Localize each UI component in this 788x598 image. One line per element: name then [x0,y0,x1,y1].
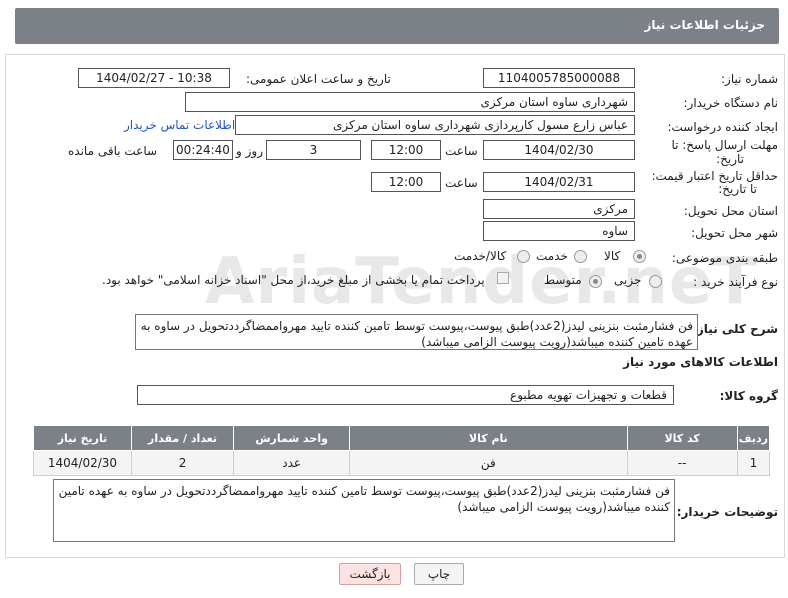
goods-info-heading: اطلاعات کالاهای مورد نیاز [623,355,778,369]
goods-table: ردیف کد کالا نام کالا واحد شمارش تعداد /… [33,425,771,476]
quantity-cell: 2 [130,450,235,476]
category-both-label: کالا/خدمت [454,249,507,263]
deadline-date-field: 1404/02/30 [483,140,635,160]
page-header: جزئیات اطلاعات نیاز [15,8,779,44]
buyer-contact-link[interactable]: اطلاعات تماس خریدار [124,118,235,132]
col-unit-header: واحد شمارش [233,425,351,451]
goods-name-cell: فن [349,450,628,476]
remaining-time-label: ساعت باقی مانده [68,144,158,158]
city-field: ساوه [483,221,635,241]
category-service-label: خدمت [536,249,568,263]
category-goods-radio[interactable] [633,250,646,263]
process-partial-radio[interactable] [649,275,662,288]
need-number-label: شماره نیاز: [721,72,778,86]
row-number-cell: 1 [736,450,771,476]
announce-field: 1404/02/27 - 10:38 [78,68,230,88]
table-row: 1 -- فن عدد 2 1404/02/30 [33,450,771,476]
requester-field: عباس زارع مسول کارپردازی شهرداری ساوه اس… [235,115,635,135]
col-date-header: تاریخ نیاز [33,425,132,451]
process-label: نوع فرآیند خرید : [693,275,778,289]
announce-label: تاریخ و ساعت اعلان عمومی: [246,72,391,86]
summary-textarea[interactable]: فن فشارمثبت بنزینی لیدز(2عدد)طبق پیوست،پ… [135,314,698,350]
validity-label: حداقل تاریخ اعتبار قیمت: [651,169,778,183]
col-qty-header: تعداد / مقدار [130,425,235,451]
summary-label: شرح کلی نیاز: [692,322,778,336]
unit-cell: عدد [233,450,351,476]
col-code-header: کد کالا [626,425,738,451]
province-field: مرکزی [483,199,635,219]
category-both-radio[interactable] [517,250,530,263]
buyer-notes-textarea[interactable]: فن فشارمثبت بنزینی لیدز(2عدد)طبق پیوست،پ… [53,479,675,542]
validity-date-field: 1404/02/31 [483,172,635,192]
goods-group-field: قطعات و تجهیزات تهویه مطبوع [137,385,674,405]
deadline-time-field: 12:00 [371,140,441,160]
process-partial-label: جزیی [614,273,642,287]
col-name-header: نام کالا [349,425,628,451]
need-number-field: 1104005785000088 [483,68,635,88]
treasury-payment-checkbox[interactable] [497,272,509,284]
treasury-payment-note: پرداخت تمام یا بخشی از مبلغ خرید،از محل … [102,273,485,287]
process-medium-label: متوسط [544,273,582,287]
print-button[interactable]: چاپ [414,563,464,585]
deadline-time-label: ساعت [445,144,478,158]
category-service-radio[interactable] [574,250,587,263]
days-label: روز و [236,144,263,158]
page-title: جزئیات اطلاعات نیاز [644,18,765,32]
need-date-cell: 1404/02/30 [33,450,132,476]
col-row-header: ردیف [736,425,771,451]
deadline-label-2: تاریخ: [716,152,744,166]
category-goods-label: کالا [604,249,621,263]
category-label: طبقه بندی موضوعی: [671,251,778,265]
process-medium-radio[interactable] [589,275,602,288]
back-button[interactable]: بازگشت [339,563,401,585]
days-field: 3 [266,140,361,160]
buyer-org-label: نام دستگاه خریدار: [683,96,779,110]
buyer-notes-label: توضیحات خریدار: [676,505,778,519]
buyer-org-field: شهرداری ساوه استان مرکزی [185,92,635,112]
remaining-time-field: 00:24:40 [173,140,233,160]
validity-time-field: 12:00 [371,172,441,192]
goods-group-label: گروه کالا: [719,389,778,403]
requester-label: ایجاد کننده درخواست: [667,120,778,134]
validity-time-label: ساعت [445,176,478,190]
deadline-label: مهلت ارسال پاسخ: تا [671,138,778,152]
city-label: شهر محل تحویل: [691,226,778,240]
validity-label-2: تا تاریخ: [718,182,757,196]
province-label: استان محل تحویل: [683,204,778,218]
goods-code-cell: -- [626,450,738,476]
table-header-row: ردیف کد کالا نام کالا واحد شمارش تعداد /… [33,425,771,451]
